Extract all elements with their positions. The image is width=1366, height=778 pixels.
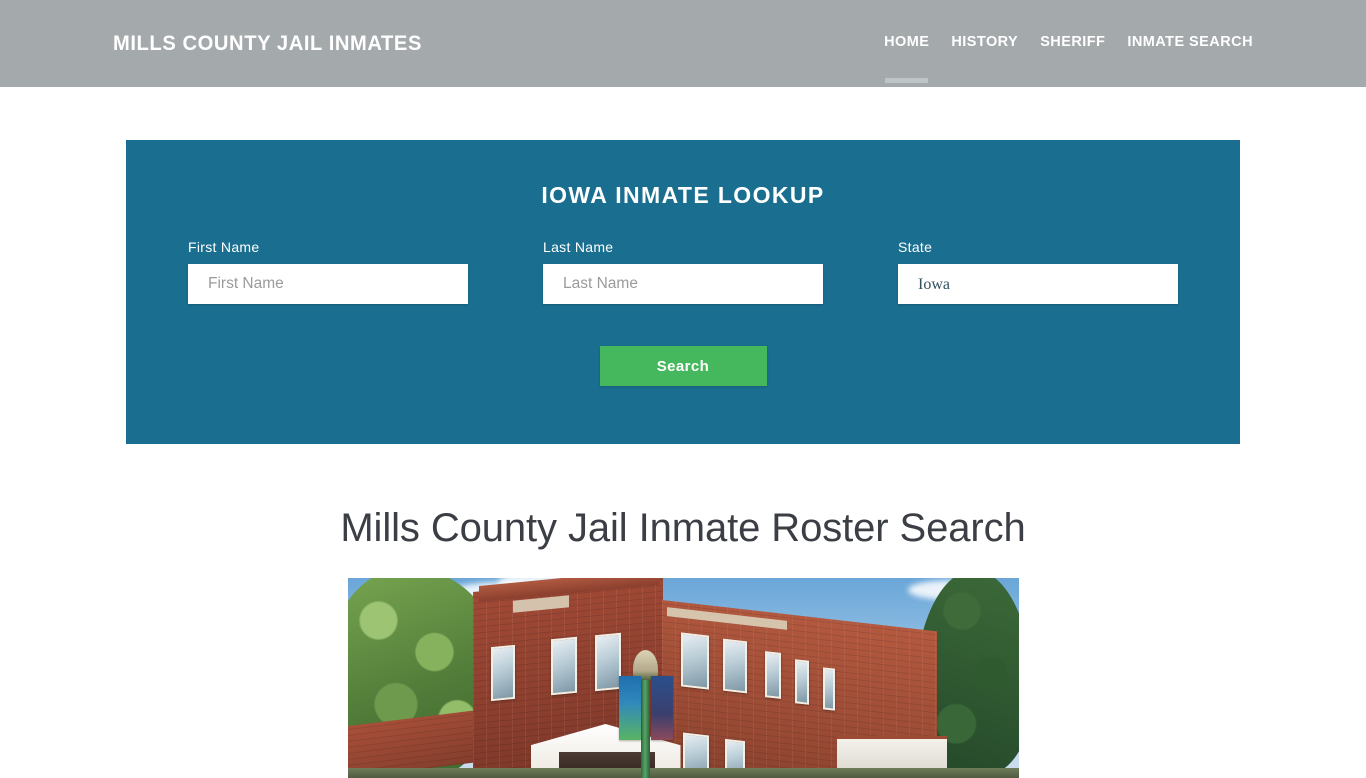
photo-window — [680, 632, 709, 690]
nav-item-sheriff-label: SHERIFF — [1040, 34, 1106, 50]
site-brand-logo[interactable]: MILLS COUNTY JAIL INMATES — [113, 32, 422, 56]
photo-street-banner — [650, 676, 673, 740]
photo-street-banner — [618, 676, 641, 740]
photo-window — [822, 667, 835, 711]
state-label: State — [898, 239, 933, 255]
photo-window — [722, 638, 747, 694]
photo-lamp-post — [640, 670, 650, 778]
photo-ground — [347, 768, 1019, 778]
last-name-label: Last Name — [543, 239, 614, 255]
nav-item-history[interactable]: HISTORY — [951, 34, 1018, 56]
inmate-lookup-panel: IOWA INMATE LOOKUP First Name Last Name … — [126, 140, 1240, 444]
first-name-field-group: First Name — [188, 239, 468, 304]
state-field-group: State Iowa — [898, 239, 1178, 304]
photo-window — [550, 636, 577, 696]
article-content: Mills County Jail Inmate Roster Search — [0, 444, 1366, 778]
nav-item-inmate-search-label: INMATE SEARCH — [1127, 34, 1253, 50]
nav-item-sheriff[interactable]: SHERIFF — [1040, 34, 1105, 56]
state-select[interactable]: Iowa — [898, 264, 1178, 304]
photo-window — [594, 632, 621, 692]
nav-active-indicator — [885, 78, 929, 83]
page-title: Mills County Jail Inmate Roster Search — [340, 506, 1026, 550]
article-figure — [0, 551, 1366, 778]
nav-item-history-label: HISTORY — [951, 34, 1019, 50]
inmate-lookup-form: First Name Last Name State Iowa — [126, 239, 1240, 319]
photo-window — [764, 651, 781, 699]
nav-item-home-label: HOME — [884, 34, 930, 50]
main-navigation: HOME HISTORY SHERIFF INMATE SEARCH — [884, 34, 1253, 83]
first-name-label: First Name — [188, 239, 260, 255]
site-header: MILLS COUNTY JAIL INMATES HOME HISTORY S… — [0, 0, 1366, 87]
jail-building-photo — [347, 578, 1019, 778]
nav-item-inmate-search[interactable]: INMATE SEARCH — [1127, 34, 1253, 56]
last-name-input[interactable] — [543, 264, 823, 304]
last-name-field-group: Last Name — [543, 239, 823, 304]
photo-window — [794, 659, 809, 705]
first-name-input[interactable] — [188, 264, 468, 304]
photo-window — [490, 644, 515, 702]
nav-item-home[interactable]: HOME — [884, 34, 930, 83]
search-submit-row: Search — [126, 346, 1240, 386]
search-button[interactable]: Search — [599, 346, 767, 386]
lookup-panel-title: IOWA INMATE LOOKUP — [541, 182, 825, 208]
